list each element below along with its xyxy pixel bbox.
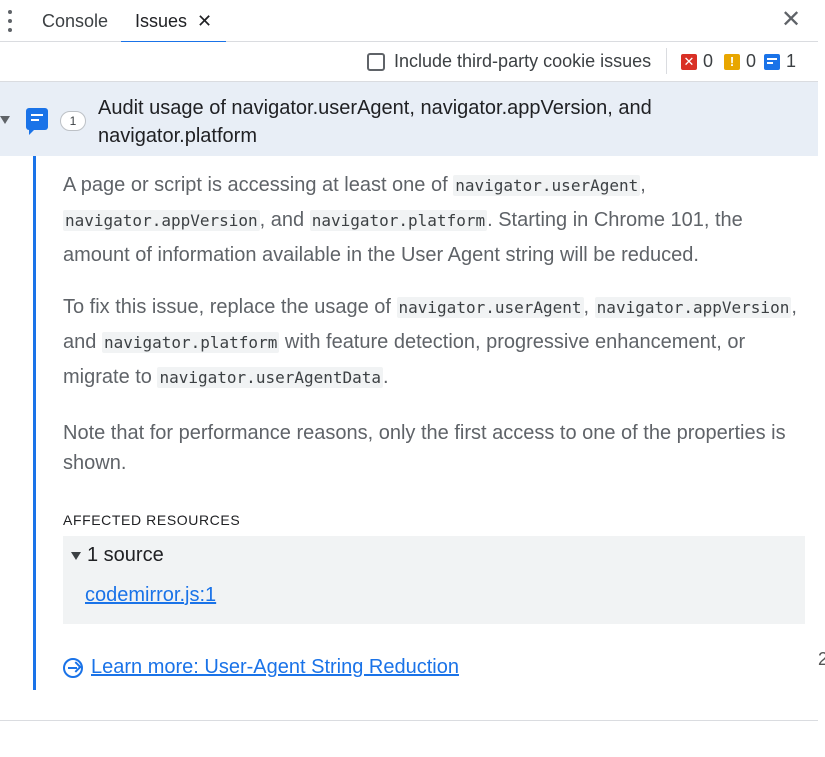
issue-title: Audit usage of navigator.userAgent, navi… <box>98 97 652 147</box>
issues-panel: Console Issues ✕ ✕ Include third-party c… <box>0 0 818 757</box>
source-count-label[interactable]: 1 source <box>87 544 164 567</box>
affected-resources-box: 1 source codemirror.js:1 <box>63 536 805 624</box>
error-icon: ✕ <box>681 53 697 70</box>
performance-note: Note that for performance reasons, only … <box>63 422 786 474</box>
warning-count-value: 0 <box>746 51 757 71</box>
description-text: , and <box>259 209 310 231</box>
close-drawer-icon[interactable]: ✕ <box>781 8 801 32</box>
code-appversion: navigator.appVersion <box>594 297 792 318</box>
code-useragent: navigator.userAgent <box>396 297 584 318</box>
fix-text: . <box>383 366 389 388</box>
expand-triangle-icon[interactable] <box>0 116 10 124</box>
tab-close-icon[interactable]: ✕ <box>197 11 212 32</box>
fix-text: , <box>583 296 595 318</box>
tab-issues[interactable]: Issues ✕ <box>121 0 227 43</box>
issues-toolbar: Include third-party cookie issues ✕ 0 ! … <box>0 42 818 81</box>
info-icon <box>764 53 780 70</box>
code-useragent: navigator.userAgent <box>453 175 641 196</box>
description-text: , <box>640 174 646 196</box>
error-count-value: 0 <box>703 51 714 71</box>
warning-count[interactable]: ! 0 <box>724 51 756 72</box>
source-link[interactable]: codemirror.js:1 <box>85 584 216 607</box>
info-count-value: 1 <box>786 51 797 71</box>
learn-more-link[interactable]: Learn more: User-Agent String Reduction <box>63 656 459 679</box>
improvement-issue-icon <box>26 108 48 135</box>
arrow-circle-icon <box>63 657 83 678</box>
info-count[interactable]: 1 <box>764 51 796 72</box>
issue-fix-description: To fix this issue, replace the usage of … <box>63 290 808 395</box>
error-count[interactable]: ✕ 0 <box>681 51 713 72</box>
right-gutter <box>818 0 825 757</box>
code-appversion: navigator.appVersion <box>63 210 260 231</box>
issue-description: A page or script is accessing at least o… <box>63 168 808 272</box>
toolbar-divider <box>666 48 667 74</box>
tab-console[interactable]: Console <box>28 0 122 42</box>
description-text: A page or script is accessing at least o… <box>63 174 454 196</box>
code-platform: navigator.platform <box>309 210 488 231</box>
fix-text: To fix this issue, replace the usage of <box>63 296 397 318</box>
warning-icon: ! <box>724 53 740 70</box>
code-useragentdata: navigator.userAgentData <box>157 367 384 388</box>
affected-resources-heading: AFFECTED RESOURCES <box>63 512 241 528</box>
tab-issues-label: Issues <box>135 10 188 31</box>
source-expand-triangle-icon[interactable] <box>71 552 81 560</box>
third-party-cookie-checkbox[interactable] <box>367 53 385 71</box>
drawer-tabbar: Console Issues ✕ ✕ <box>0 0 818 43</box>
more-options-icon[interactable] <box>6 10 14 32</box>
issue-body-accent-bar <box>33 156 36 690</box>
issue-divider <box>0 720 818 721</box>
issue-body: A page or script is accessing at least o… <box>33 156 818 690</box>
code-platform: navigator.platform <box>101 332 280 353</box>
issue-header[interactable]: 1 Audit usage of navigator.userAgent, na… <box>0 81 818 156</box>
issue-count-badge: 1 <box>60 111 86 131</box>
tab-console-label: Console <box>42 10 109 31</box>
gutter-text: 2 <box>818 649 825 669</box>
third-party-cookie-label[interactable]: Include third-party cookie issues <box>394 51 651 72</box>
learn-more-label[interactable]: Learn more: User-Agent String Reduction <box>91 656 459 679</box>
